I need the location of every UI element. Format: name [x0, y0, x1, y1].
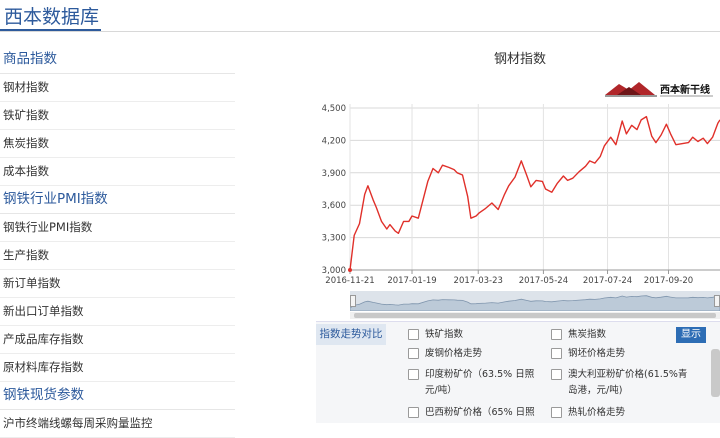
option-label: 铁矿指数 [425, 329, 464, 340]
checkbox[interactable] [551, 369, 562, 380]
chart-scrollbar-thumb[interactable] [354, 313, 716, 318]
sidebar-item[interactable]: 产成品库存指数 [0, 326, 235, 354]
option-label: 热轧价格走势 [568, 407, 626, 418]
compare-option-australia-ore[interactable]: 澳大利亚粉矿价格(61.5%青岛港，元/吨) [551, 367, 691, 399]
sidebar-item[interactable]: 沪市终端线螺每周采购量监控 [0, 410, 235, 438]
compare-option-coke[interactable]: 焦炭指数 [551, 327, 606, 343]
navigator-series-area [350, 295, 720, 311]
tab-index-compare[interactable]: 指数走势对比 [316, 324, 386, 345]
option-label: 澳大利亚粉矿价格(61.5%青岛港，元/吨) [568, 369, 688, 396]
x-tick-label: 2017-03-23 [454, 276, 503, 286]
series-line [349, 115, 720, 271]
x-tick-label: 2016-11-21 [325, 276, 374, 286]
option-label: 钢坯价格走势 [568, 348, 626, 359]
y-tick-label: 3,000 [322, 266, 346, 276]
option-label: 废钢价格走势 [425, 348, 483, 359]
option-label: 焦炭指数 [568, 329, 607, 340]
chart-horizontal-scrollbar[interactable] [350, 312, 720, 319]
y-tick-label: 4,500 [322, 104, 346, 114]
y-tick-label: 4,200 [322, 136, 346, 146]
checkbox[interactable] [551, 407, 562, 418]
checkbox[interactable] [551, 329, 562, 340]
compare-option-india-ore[interactable]: 印度粉矿价（63.5% 日照 元/吨） [408, 367, 538, 399]
chart-navigator[interactable] [350, 291, 720, 311]
checkbox[interactable] [408, 407, 419, 418]
checkbox[interactable] [408, 348, 419, 359]
option-label: 巴西粉矿价格（65% 日照 [425, 407, 535, 418]
compare-option-hot-rolled[interactable]: 热轧价格走势 [551, 405, 625, 421]
navigator-series [350, 295, 720, 311]
x-tick-label: 2017-09-20 [644, 276, 693, 286]
checkbox[interactable] [408, 329, 419, 340]
compare-vertical-scrollbar[interactable] [711, 349, 720, 397]
sidebar-section-heading[interactable]: 钢铁现货参数 [0, 382, 235, 410]
series-point [348, 268, 352, 272]
sidebar-item[interactable]: 新出口订单指数 [0, 298, 235, 326]
sidebar-item[interactable]: 原材料库存指数 [0, 354, 235, 382]
compare-option-iron-ore[interactable]: 铁矿指数 [408, 327, 463, 343]
show-button[interactable]: 显示 [676, 327, 706, 343]
y-tick-label: 3,600 [322, 201, 346, 211]
x-tick-label: 2017-05-24 [519, 276, 568, 286]
compare-option-scrap-steel[interactable]: 废钢价格走势 [408, 346, 482, 362]
navigator-right-handle[interactable] [714, 295, 720, 307]
x-tick-label: 2017-07-24 [583, 276, 632, 286]
navigator-left-handle[interactable] [350, 295, 356, 307]
compare-option-billet[interactable]: 钢坯价格走势 [551, 346, 625, 362]
checkbox[interactable] [551, 348, 562, 359]
x-tick-label: 2017-01-19 [387, 276, 436, 286]
y-tick-label: 3,900 [322, 169, 346, 179]
checkbox[interactable] [408, 369, 419, 380]
option-label: 印度粉矿价（63.5% 日照 元/吨） [425, 369, 535, 396]
y-tick-label: 3,300 [322, 234, 346, 244]
steel-index-chart: 3,000 3,300 3,600 3,900 4,200 4,500 2016-11-21… [322, 104, 720, 286]
compare-option-brazil-ore[interactable]: 巴西粉矿价格（65% 日照 [408, 405, 535, 421]
